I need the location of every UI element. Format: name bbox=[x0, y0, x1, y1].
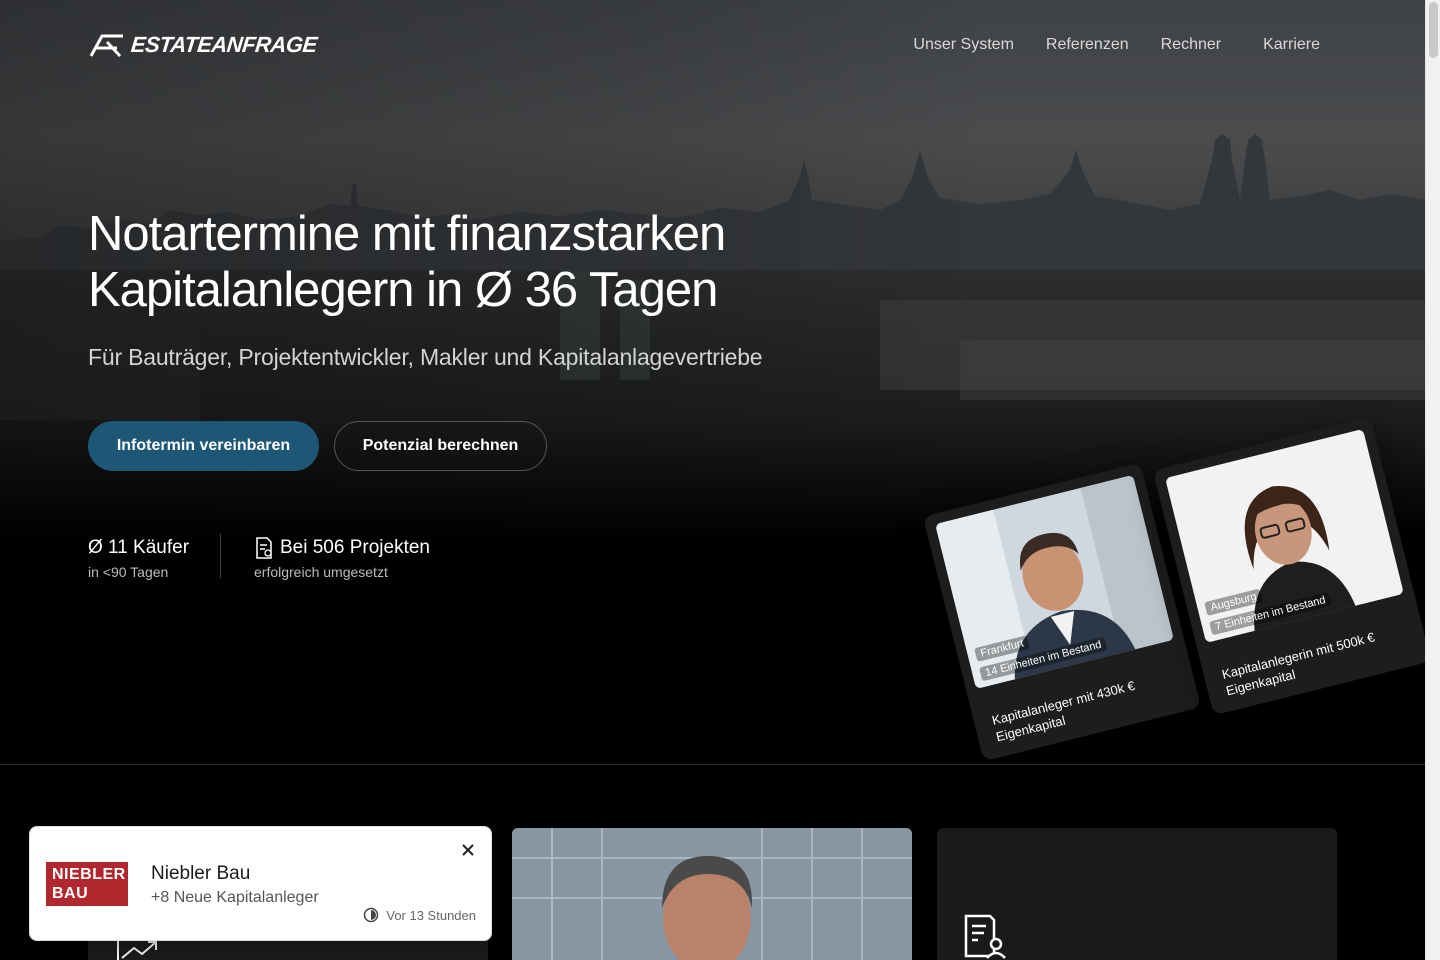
hero-headline: Notartermine mit finanzstarken Kapitalan… bbox=[88, 206, 848, 318]
nav-karriere[interactable]: Karriere bbox=[1263, 34, 1320, 56]
logo-line-2: BAU bbox=[52, 885, 89, 902]
page-scrollbar[interactable] bbox=[1425, 0, 1440, 960]
page: ESTATEANFRAGE Unser System Referenzen Re… bbox=[0, 0, 1425, 960]
headline-line-2: Kapitalanlegern in Ø 36 Tagen bbox=[88, 263, 718, 317]
logo-line-1: NIEBLER bbox=[52, 866, 126, 883]
nav-rechner[interactable]: Rechner bbox=[1161, 34, 1221, 56]
stat-projects-row: Bei 506 Projekten bbox=[254, 536, 430, 560]
businessman-photo bbox=[512, 828, 912, 960]
notification-title: Niebler Bau bbox=[151, 863, 251, 884]
potenzial-berechnen-button[interactable]: Potenzial berechnen bbox=[334, 421, 547, 471]
headline-line-1: Notartermine mit finanzstarken bbox=[88, 207, 726, 261]
investor-document-icon bbox=[964, 914, 1006, 959]
stat-buyers-caption: in <90 Tagen bbox=[88, 564, 169, 580]
document-icon bbox=[256, 537, 272, 559]
notification-time: Vor 13 Stunden bbox=[363, 907, 476, 923]
notification-time-text: Vor 13 Stunden bbox=[386, 907, 476, 923]
stat-projects: Bei 506 Projekten erfolgreich umgesetzt bbox=[254, 536, 430, 582]
stat-buyers-value: Ø 11 Käufer bbox=[88, 537, 190, 558]
hero-subheadline: Für Bauträger, Projektentwickler, Makler… bbox=[88, 344, 763, 370]
investor-photo: Augsburg 7 Einheiten im Bestand bbox=[1164, 428, 1405, 644]
nav-referenzen[interactable]: Referenzen bbox=[1046, 34, 1129, 56]
nav-unser-system[interactable]: Unser System bbox=[913, 34, 1013, 56]
section-divider bbox=[0, 764, 1425, 765]
scrollbar-thumb[interactable] bbox=[1429, 2, 1438, 58]
investor-photo: Frankfurt 14 Einheiten im Bestand bbox=[934, 474, 1175, 690]
stat-divider bbox=[220, 534, 221, 578]
infotermin-button[interactable]: Infotermin vereinbaren bbox=[88, 421, 319, 471]
site-logo[interactable]: ESTATEANFRAGE bbox=[89, 32, 319, 58]
main-nav: Unser System Referenzen Rechner Karriere bbox=[913, 34, 1320, 56]
hero-section: ESTATEANFRAGE Unser System Referenzen Re… bbox=[0, 0, 1425, 765]
niebler-bau-logo: NIEBLER BAU bbox=[46, 862, 128, 906]
logo-text: ESTATEANFRAGE bbox=[129, 32, 319, 57]
notification-subtitle: +8 Neue Kapitalanleger bbox=[151, 889, 319, 906]
stat-projects-value: Bei 506 Projekten bbox=[280, 537, 430, 558]
estateanfrage-logo-icon bbox=[89, 34, 123, 58]
notification-toast[interactable]: NIEBLER BAU Niebler Bau +8 Neue Kapitala… bbox=[29, 826, 492, 941]
stat-buyers: Ø 11 Käufer in <90 Tagen bbox=[88, 536, 189, 582]
feature-panel-photo bbox=[512, 828, 912, 960]
clock-icon bbox=[364, 907, 379, 923]
stat-projects-caption: erfolgreich umgesetzt bbox=[254, 564, 388, 580]
close-icon[interactable] bbox=[461, 843, 475, 857]
